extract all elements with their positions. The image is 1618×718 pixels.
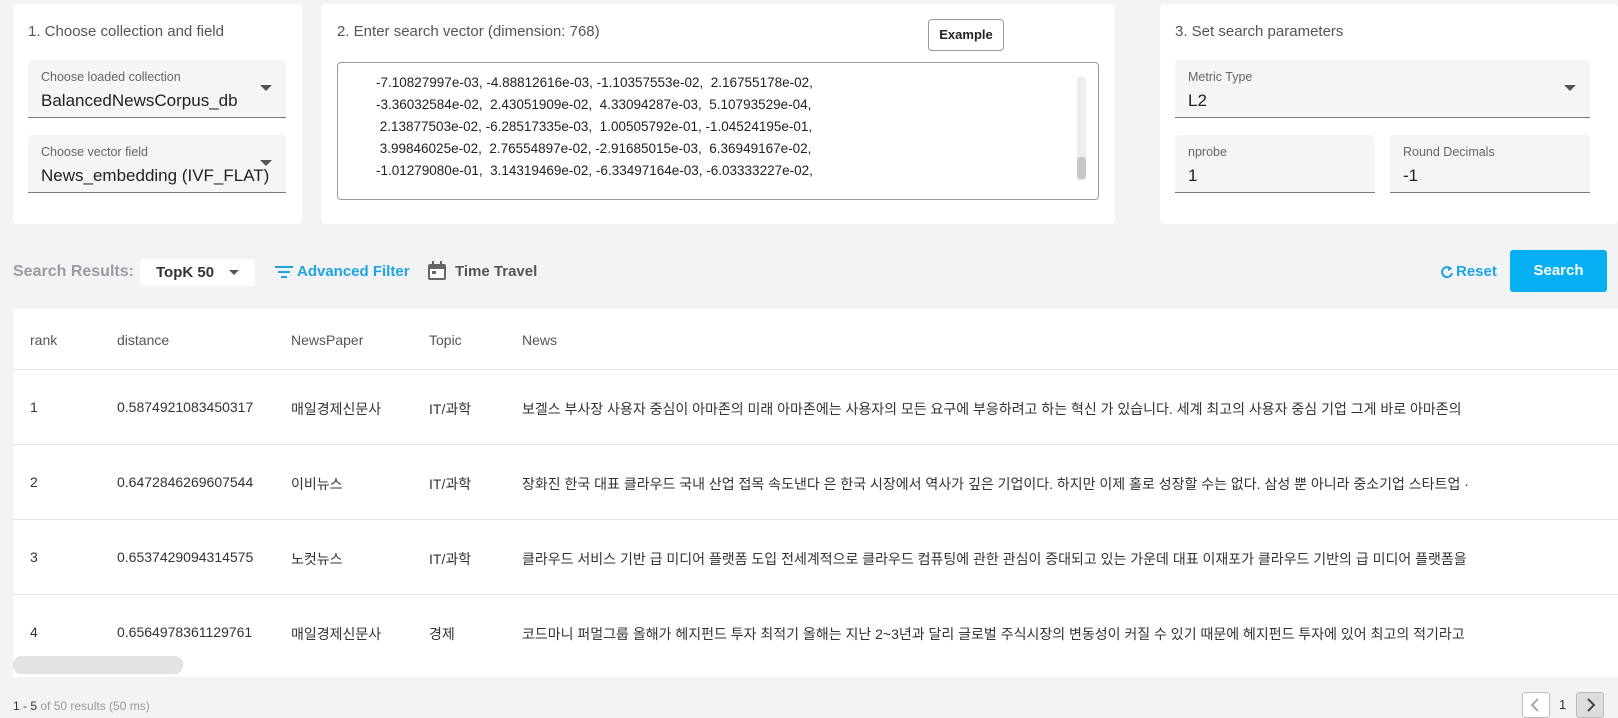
current-page: 1 (1559, 697, 1567, 712)
advanced-filter-button[interactable]: Advanced Filter (274, 258, 414, 286)
column-header-rank[interactable]: rank (30, 332, 57, 348)
column-header-newspaper[interactable]: NewsPaper (291, 332, 363, 348)
chevron-down-icon (229, 270, 239, 275)
params-panel-title: 3. Set search parameters (1175, 23, 1344, 40)
horizontal-scrollbar-thumb[interactable] (13, 656, 183, 674)
nprobe-label: nprobe (1188, 145, 1227, 159)
vector-scrollbar-thumb[interactable] (1077, 157, 1086, 179)
rank-cell: 4 (30, 624, 38, 640)
round-decimals-field[interactable]: Round Decimals -1 (1390, 135, 1590, 193)
collection-select-value: BalancedNewsCorpus_db (41, 91, 238, 110)
newspaper-cell: 노컷뉴스 (291, 551, 343, 567)
metric-type-select[interactable]: Metric Type L2 (1175, 60, 1590, 118)
table-row[interactable]: 4 0.6564978361129761 매일경제신문사 경제 코드마니 퍼멀그… (13, 594, 1618, 669)
column-header-news[interactable]: News (522, 332, 557, 348)
chevron-down-icon (260, 160, 272, 166)
chevron-right-icon (1587, 698, 1596, 712)
news-cell: 보겔스 부사장 사용자 중심이 아마존의 미래 아마존에는 사용자의 모든 요구… (522, 401, 1462, 417)
reset-button[interactable]: Reset (1440, 258, 1498, 286)
topic-cell: 경제 (429, 626, 455, 642)
vector-line: -3.36032584e-02, 2.43051909e-02, 4.33094… (376, 97, 812, 112)
column-header-distance[interactable]: distance (117, 332, 169, 348)
newspaper-cell: 매일경제신문사 (291, 626, 382, 642)
news-cell: 클라우드 서비스 기반 급 미디어 플랫폼 도입 전세계적으로 클라우드 컴퓨팅… (522, 551, 1467, 567)
table-header: rank distance NewsPaper Topic News (13, 309, 1618, 369)
topic-cell: IT/과학 (429, 551, 472, 567)
chevron-down-icon (260, 85, 272, 91)
pagination-range: 1 - 5 (13, 699, 38, 713)
topic-cell: IT/과학 (429, 401, 472, 417)
refresh-icon (1441, 266, 1453, 279)
chevron-down-icon (1564, 85, 1576, 91)
distance-cell: 0.6472846269607544 (117, 474, 254, 490)
vector-field-select[interactable]: Choose vector field News_embedding (IVF_… (28, 135, 286, 193)
table-row[interactable]: 1 0.5874921083450317 매일경제신문사 IT/과학 보겔스 부… (13, 369, 1618, 444)
nprobe-field[interactable]: nprobe 1 (1175, 135, 1375, 193)
search-results-label: Search Results: (13, 263, 134, 280)
prev-page-button[interactable] (1522, 692, 1550, 718)
next-page-button[interactable] (1576, 692, 1604, 718)
vector-line: 3.99846025e-02, 2.76554897e-02, -2.91685… (376, 141, 812, 156)
metric-type-value: L2 (1188, 91, 1207, 110)
news-cell: 코드마니 퍼멀그룹 올해가 헤지펀드 투자 최적기 올해는 지난 2~3년과 달… (522, 626, 1465, 642)
rank-cell: 2 (30, 474, 38, 490)
table-row[interactable]: 3 0.6537429094314575 노컷뉴스 IT/과학 클라우드 서비스… (13, 519, 1618, 594)
vector-line: -7.10827997e-03, -4.88812616e-03, -1.103… (376, 75, 813, 90)
table-row[interactable]: 2 0.6472846269607544 이비뉴스 IT/과학 장화진 한국 대… (13, 444, 1618, 519)
collection-select-label: Choose loaded collection (41, 70, 181, 84)
round-decimals-label: Round Decimals (1403, 145, 1495, 159)
vector-field-select-value: News_embedding (IVF_FLAT) (41, 166, 270, 185)
time-travel-button[interactable]: Time Travel (427, 258, 542, 286)
newspaper-cell: 매일경제신문사 (291, 401, 382, 417)
column-header-topic[interactable]: Topic (429, 332, 462, 348)
filter-icon (275, 266, 293, 278)
reset-label: Reset (1456, 263, 1497, 280)
newspaper-cell: 이비뉴스 (291, 476, 343, 492)
advanced-filter-label: Advanced Filter (297, 263, 410, 280)
vector-field-select-label: Choose vector field (41, 145, 149, 159)
vector-line: 2.13877503e-02, -6.28517335e-03, 1.00505… (376, 119, 813, 134)
metric-type-label: Metric Type (1188, 70, 1253, 84)
nprobe-value: 1 (1188, 166, 1198, 185)
topk-value: TopK 50 (156, 264, 215, 281)
results-table: rank distance NewsPaper Topic News 1 0.5… (13, 309, 1618, 677)
distance-cell: 0.5874921083450317 (117, 399, 254, 415)
round-decimals-value: -1 (1403, 166, 1419, 185)
topic-cell: IT/과학 (429, 476, 472, 492)
rank-cell: 1 (30, 399, 38, 415)
search-vector-input[interactable]: -7.10827997e-03, -4.88812616e-03, -1.103… (337, 62, 1099, 200)
collection-select[interactable]: Choose loaded collection BalancedNewsCor… (28, 60, 286, 118)
rank-cell: 3 (30, 549, 38, 565)
distance-cell: 0.6537429094314575 (117, 549, 254, 565)
time-travel-label: Time Travel (455, 263, 538, 280)
pagination-info: 1 - 5 of 50 results (50 ms) (13, 699, 150, 713)
distance-cell: 0.6564978361129761 (117, 624, 253, 640)
topk-select[interactable]: TopK 50 (140, 259, 255, 286)
calendar-icon (428, 261, 446, 280)
news-cell: 장화진 한국 대표 클라우드 국내 산업 접목 속도낸다 은 한국 시장에서 역… (522, 476, 1469, 492)
vector-panel: 2. Enter search vector (dimension: 768) … (321, 4, 1115, 224)
collection-panel: 1. Choose collection and field Choose lo… (13, 4, 302, 224)
collection-panel-title: 1. Choose collection and field (28, 23, 224, 40)
params-panel: 3. Set search parameters Metric Type L2 … (1160, 4, 1618, 224)
example-button[interactable]: Example (928, 19, 1004, 51)
vector-panel-title: 2. Enter search vector (dimension: 768) (337, 23, 600, 40)
pagination-summary: of 50 results (50 ms) (40, 699, 150, 713)
search-button[interactable]: Search (1510, 250, 1607, 292)
vector-line: -1.01279080e-01, 3.14319469e-02, -6.3349… (376, 163, 813, 178)
chevron-left-icon (1530, 698, 1539, 712)
